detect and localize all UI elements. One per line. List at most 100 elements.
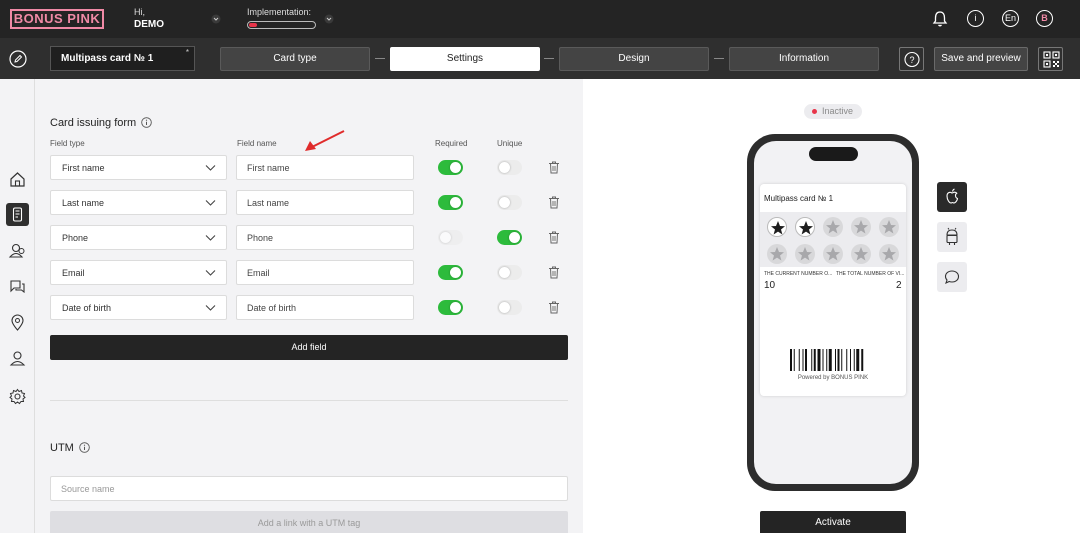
field-type-select[interactable]: Phone: [50, 225, 227, 250]
step-information[interactable]: Information: [729, 47, 879, 71]
powered-by-text: Powered by BONUS PINK: [797, 375, 869, 381]
utm-info-icon[interactable]: [79, 442, 90, 453]
delete-trash-icon[interactable]: [548, 266, 560, 279]
side-nav: [0, 79, 35, 533]
field-type-value: Date of birth: [62, 303, 112, 313]
delete-trash-icon[interactable]: [548, 301, 560, 314]
unique-toggle[interactable]: [497, 265, 522, 280]
field-type-select[interactable]: First name: [50, 155, 227, 180]
user-name: DEMO: [134, 19, 164, 30]
save-and-preview-button[interactable]: Save and preview: [934, 47, 1028, 71]
stamp-empty-icon: [767, 244, 787, 264]
chevron-down-icon: [205, 200, 216, 206]
required-toggle[interactable]: [438, 300, 463, 315]
unique-toggle[interactable]: [497, 230, 522, 245]
step-design[interactable]: Design: [559, 47, 709, 71]
delete-trash-icon[interactable]: [548, 231, 560, 244]
delete-trash-icon[interactable]: [548, 161, 560, 174]
stat-total-label: THE TOTAL NUMBER OF VI...: [836, 271, 905, 277]
cards-icon[interactable]: [6, 203, 29, 226]
editor-toolbar: Multipass card № 1 * Card type Settings …: [0, 38, 1080, 79]
column-unique: Unique: [497, 139, 523, 148]
toggle-knob: [440, 232, 451, 243]
pass-title: Multipass card № 1: [764, 194, 834, 203]
field-name-input[interactable]: First name: [236, 155, 414, 180]
notification-bell-icon[interactable]: [931, 10, 949, 28]
info-icon[interactable]: i: [967, 10, 984, 27]
chevron-down-icon: [205, 165, 216, 171]
stamp-empty-icon: [879, 244, 899, 264]
home-icon[interactable]: [6, 168, 29, 191]
field-name-input[interactable]: Phone: [236, 225, 414, 250]
step-separator: [714, 58, 724, 59]
required-toggle-disabled: [438, 230, 463, 245]
chevron-down-icon: [205, 270, 216, 276]
field-name-input[interactable]: Last name: [236, 190, 414, 215]
field-type-select[interactable]: Date of birth: [50, 295, 227, 320]
field-type-select[interactable]: Last name: [50, 190, 227, 215]
qr-code-button[interactable]: [1038, 47, 1063, 71]
user-menu-chevron-icon[interactable]: [211, 14, 221, 24]
brand-logo[interactable]: BONUS PINK: [10, 9, 104, 29]
settings-gear-icon[interactable]: [6, 385, 29, 408]
delete-trash-icon[interactable]: [548, 196, 560, 209]
required-marker: *: [185, 48, 189, 57]
help-button[interactable]: ?: [899, 47, 924, 71]
edit-pencil-icon[interactable]: [9, 50, 27, 68]
utm-title: UTM: [50, 442, 74, 454]
status-dot: [812, 109, 817, 114]
ios-preview-button[interactable]: [937, 182, 967, 212]
step-settings[interactable]: Settings: [390, 47, 540, 71]
field-name-input[interactable]: Date of birth: [236, 295, 414, 320]
activate-button[interactable]: Activate: [760, 511, 906, 533]
field-type-select[interactable]: Email: [50, 260, 227, 285]
star-icon: [770, 247, 784, 261]
field-name-input[interactable]: Email: [236, 260, 414, 285]
android-preview-button[interactable]: [937, 222, 967, 252]
toggle-knob: [499, 302, 510, 313]
card-issuing-form-title: Card issuing form: [50, 117, 137, 129]
unique-toggle[interactable]: [497, 300, 522, 315]
form-info-icon[interactable]: [141, 117, 152, 128]
section-divider: [50, 400, 568, 401]
stamp-empty-icon: [851, 244, 871, 264]
step-card-type[interactable]: Card type: [220, 47, 370, 71]
toggle-knob: [450, 302, 461, 313]
profile-icon[interactable]: [6, 347, 29, 370]
star-icon: [882, 247, 896, 261]
toggle-knob: [509, 232, 520, 243]
implementation-label: Implementation:: [247, 7, 312, 17]
unique-toggle[interactable]: [497, 160, 522, 175]
required-toggle[interactable]: [438, 195, 463, 210]
message-preview-button[interactable]: [937, 262, 967, 292]
card-name-field[interactable]: Multipass card № 1 *: [50, 46, 195, 71]
toggle-knob: [499, 267, 510, 278]
toggle-knob: [499, 162, 510, 173]
star-icon: [826, 247, 840, 261]
chevron-down-icon: [205, 305, 216, 311]
add-utm-link-button[interactable]: Add a link with a UTM tag: [50, 511, 568, 533]
implementation-chevron-icon[interactable]: [324, 14, 334, 24]
chat-bubble-icon: [944, 270, 960, 285]
required-toggle[interactable]: [438, 160, 463, 175]
add-field-button[interactable]: Add field: [50, 335, 568, 360]
language-button[interactable]: En: [1002, 10, 1019, 27]
star-icon: [854, 220, 868, 234]
field-type-value: Email: [62, 268, 85, 278]
source-name-input[interactable]: Source name: [50, 476, 568, 501]
avatar[interactable]: B: [1036, 10, 1053, 27]
messages-icon[interactable]: [6, 275, 29, 298]
required-toggle[interactable]: [438, 265, 463, 280]
field-type-value: First name: [62, 163, 105, 173]
toggle-knob: [499, 197, 510, 208]
stamp-empty-icon: [851, 217, 871, 237]
stat-current-value: 10: [764, 280, 776, 291]
clients-icon[interactable]: [6, 239, 29, 262]
stamp-empty-icon: [823, 217, 843, 237]
star-icon: [799, 221, 813, 235]
star-icon: [798, 247, 812, 261]
field-type-value: Last name: [62, 198, 105, 208]
location-pin-icon[interactable]: [6, 311, 29, 334]
star-icon: [826, 220, 840, 234]
unique-toggle[interactable]: [497, 195, 522, 210]
